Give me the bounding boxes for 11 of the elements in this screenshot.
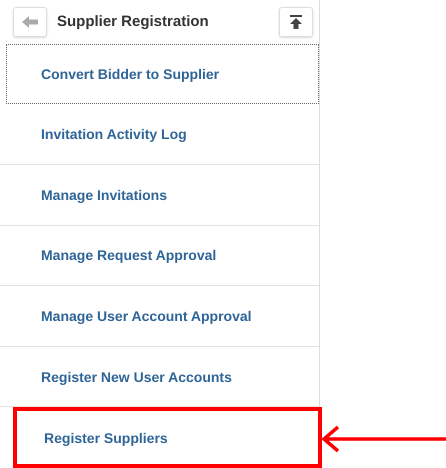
menu-item[interactable]: Register Suppliers xyxy=(13,407,322,468)
menu-item[interactable]: Manage Invitations xyxy=(0,164,319,226)
back-arrow-icon xyxy=(22,16,38,28)
menu-item[interactable]: Manage User Account Approval xyxy=(0,286,319,347)
panel-title: Supplier Registration xyxy=(57,13,210,30)
arrow-up-bar-icon xyxy=(290,14,302,29)
collapse-button[interactable] xyxy=(279,6,313,37)
menu-item[interactable]: Convert Bidder to Supplier xyxy=(6,44,319,104)
menu-item[interactable]: Manage Request Approval xyxy=(0,226,319,286)
menu-item[interactable]: Register New User Accounts xyxy=(0,346,319,408)
menu-item[interactable]: Invitation Activity Log xyxy=(0,104,319,165)
